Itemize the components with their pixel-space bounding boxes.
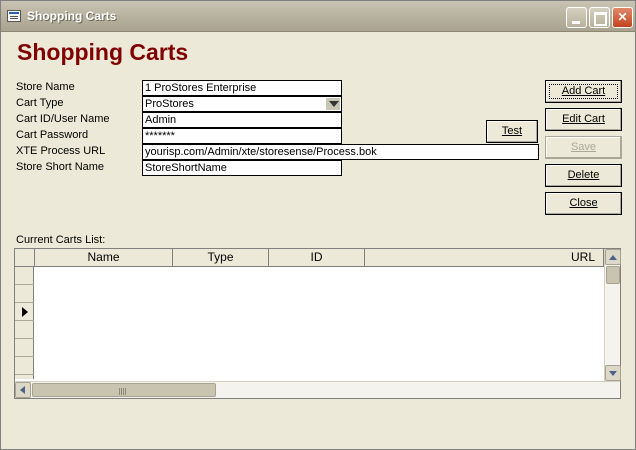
edit-cart-button[interactable]: Edit Cart xyxy=(545,108,622,131)
horizontal-scroll-thumb[interactable] xyxy=(32,383,216,397)
xte-url-field[interactable]: yourisp.com/Admin/xte/storesense/Process… xyxy=(142,144,539,160)
close-icon: ✕ xyxy=(617,10,628,24)
record-selector[interactable] xyxy=(15,267,34,285)
form-icon xyxy=(7,10,21,22)
record-selector-current[interactable] xyxy=(15,303,34,321)
record-selector-column xyxy=(15,267,34,379)
record-pointer-icon xyxy=(22,307,28,317)
record-selector[interactable] xyxy=(15,357,34,375)
record-selector[interactable] xyxy=(15,321,34,339)
column-header-type[interactable]: Type xyxy=(173,249,269,267)
store-short-name-field[interactable]: StoreShortName xyxy=(142,160,342,176)
scroll-down-icon[interactable] xyxy=(605,365,621,381)
record-selector[interactable] xyxy=(15,285,34,303)
cart-type-value: ProStores xyxy=(145,98,194,110)
scroll-up-icon[interactable] xyxy=(605,249,621,265)
close-window-button[interactable]: ✕ xyxy=(612,7,633,28)
vertical-scrollbar[interactable] xyxy=(604,249,621,381)
save-button[interactable]: Save xyxy=(545,136,622,159)
record-selector[interactable] xyxy=(15,339,34,357)
cart-password-label: Cart Password xyxy=(16,129,89,141)
scroll-left-icon[interactable] xyxy=(15,382,31,398)
test-button[interactable]: Test xyxy=(486,120,538,143)
cart-type-label: Cart Type xyxy=(16,97,64,109)
carts-list-grid[interactable]: Name Type ID URL xyxy=(14,248,621,399)
store-name-label: Store Name xyxy=(16,81,75,93)
cart-id-label: Cart ID/User Name xyxy=(16,113,110,125)
column-header-id[interactable]: ID xyxy=(269,249,365,267)
cart-password-field[interactable]: ******* xyxy=(142,128,342,144)
chevron-down-icon[interactable] xyxy=(325,97,341,111)
cart-type-select[interactable]: ProStores xyxy=(142,96,342,112)
delete-button[interactable]: Delete xyxy=(545,164,622,187)
store-short-name-label: Store Short Name xyxy=(16,161,105,173)
shopping-carts-window: Shopping Carts ✕ Shopping Carts Store Na… xyxy=(0,0,636,450)
store-name-field[interactable]: 1 ProStores Enterprise xyxy=(142,80,342,96)
minimize-button[interactable] xyxy=(566,7,587,28)
xte-url-label: XTE Process URL xyxy=(16,145,106,157)
horizontal-scrollbar[interactable] xyxy=(15,381,620,398)
header-corner xyxy=(15,249,35,267)
vertical-scroll-thumb[interactable] xyxy=(606,266,620,284)
window-title: Shopping Carts xyxy=(27,9,117,23)
cart-id-field[interactable]: Admin xyxy=(142,112,342,128)
close-button[interactable]: Close xyxy=(545,192,622,215)
page-title: Shopping Carts xyxy=(17,39,189,65)
column-header-name[interactable]: Name xyxy=(35,249,173,267)
column-header-url[interactable]: URL xyxy=(365,249,604,267)
carts-list-label: Current Carts List: xyxy=(16,234,106,246)
title-bar[interactable]: Shopping Carts ✕ xyxy=(1,1,635,32)
grid-header: Name Type ID URL xyxy=(15,249,604,267)
grip-icon xyxy=(119,388,127,395)
add-cart-button[interactable]: Add Cart xyxy=(545,80,622,103)
maximize-button[interactable] xyxy=(589,7,610,28)
